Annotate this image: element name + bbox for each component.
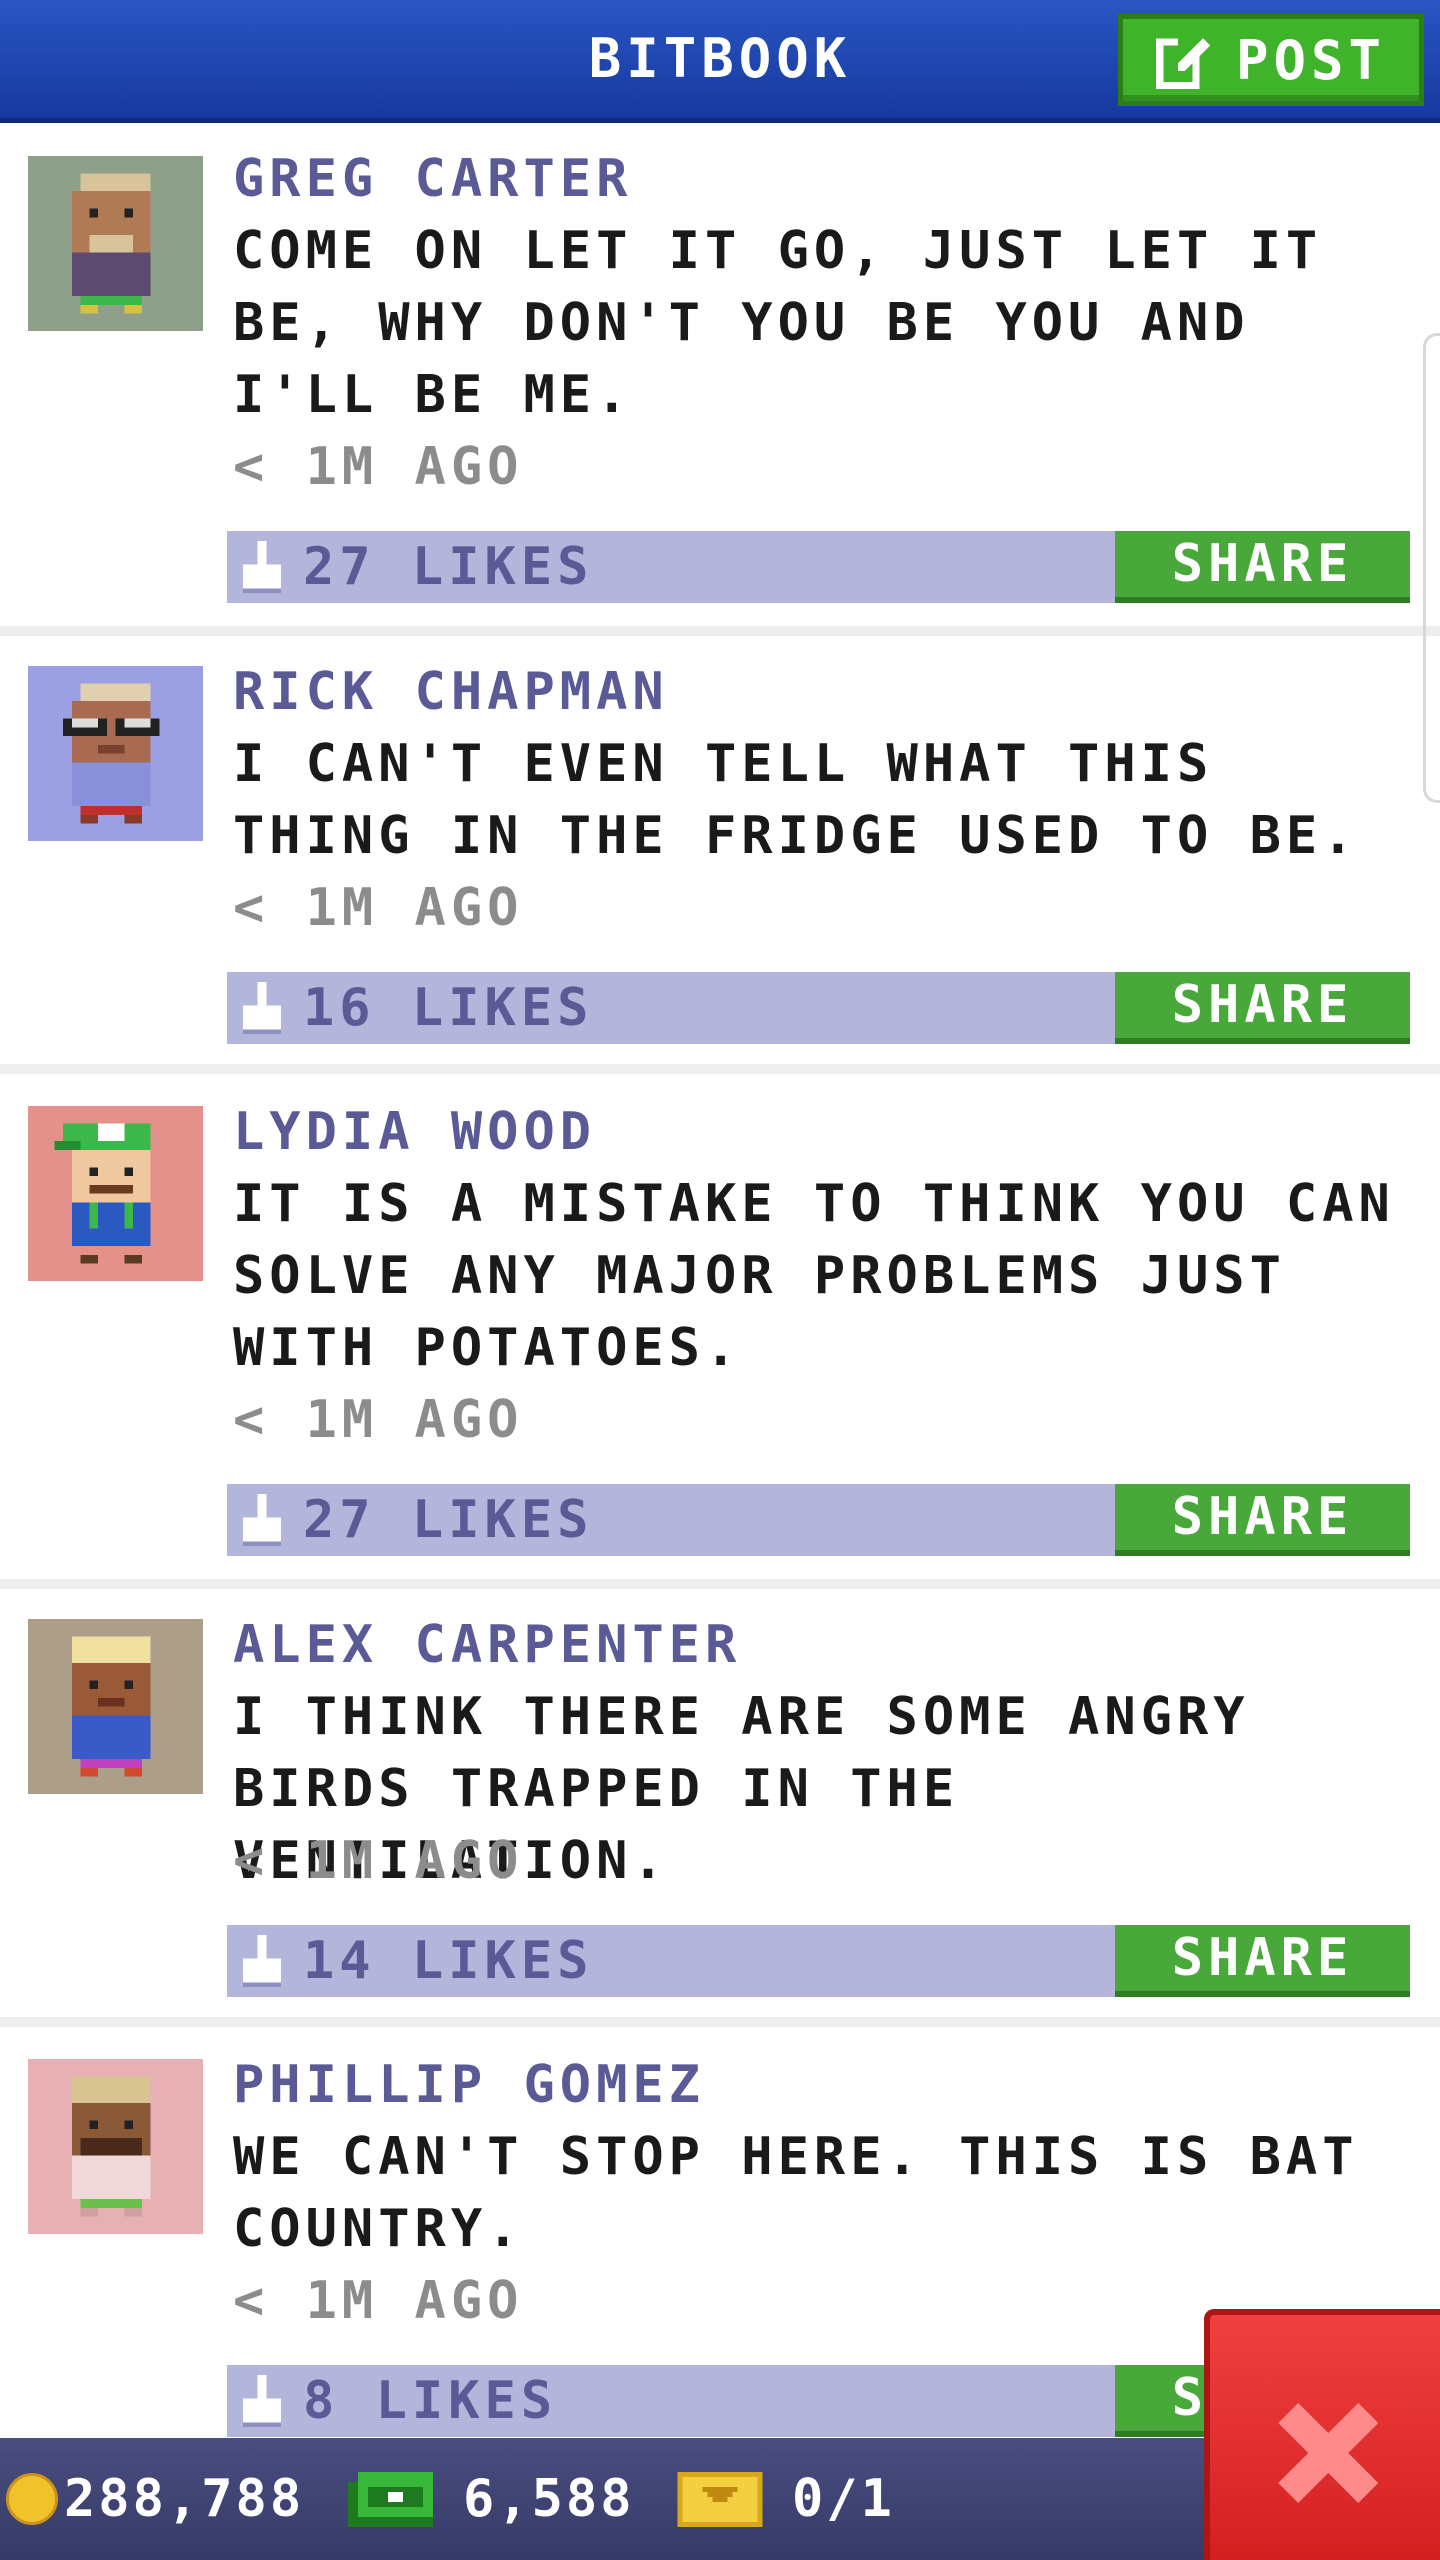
post-author[interactable]: ALEX CARPENTER	[233, 1609, 741, 1681]
post-timestamp: < 1M AGO	[233, 1831, 524, 1891]
bux-icon	[348, 2471, 433, 2527]
thumbs-up-icon[interactable]	[243, 541, 281, 593]
avatar[interactable]	[28, 1106, 203, 1281]
avatar[interactable]	[28, 666, 203, 841]
edit-icon	[1155, 34, 1211, 89]
ticket-icon	[677, 2471, 763, 2527]
app-header: BITBOOK POST	[0, 0, 1440, 123]
likes-bar: 27 LIKES SHARE	[227, 1484, 1410, 1556]
tickets-stat[interactable]: 0/1	[676, 2438, 895, 2560]
share-button[interactable]: SHARE	[1115, 531, 1410, 603]
coins-count: 288,788	[64, 2469, 305, 2529]
post-author[interactable]: RICK CHAPMAN	[233, 656, 669, 728]
post-divider	[0, 1064, 1440, 1074]
likes-count: 14 LIKES	[303, 1931, 594, 1991]
thumbs-up-icon[interactable]	[243, 1935, 281, 1987]
person-avatar-icon	[28, 666, 203, 841]
post-button-label: POST	[1235, 28, 1387, 92]
likes-bar: 16 LIKES SHARE	[227, 972, 1410, 1044]
post-message: WE CAN'T STOP HERE. THIS IS BAT COUNTRY.	[233, 2127, 1359, 2259]
thumbs-up-icon[interactable]	[243, 1494, 281, 1546]
likes-bar: 14 LIKES SHARE	[227, 1925, 1410, 1997]
bux-stat[interactable]: 6,588	[348, 2438, 635, 2560]
post-divider	[0, 626, 1440, 636]
avatar[interactable]	[28, 2059, 203, 2234]
post-timestamp: < 1M AGO	[233, 878, 524, 938]
coins-stat: 288,788	[6, 2438, 304, 2560]
post-timestamp: < 1M AGO	[233, 1390, 524, 1450]
post-message: I CAN'T EVEN TELL WHAT THIS THING IN THE…	[233, 734, 1359, 866]
likes-count: 8 LIKES	[303, 2371, 558, 2431]
share-button[interactable]: SHARE	[1115, 1925, 1410, 1997]
post-timestamp: < 1M AGO	[233, 2271, 524, 2331]
person-avatar-icon	[28, 1106, 203, 1281]
scroll-indicator[interactable]	[1423, 333, 1440, 803]
post-divider	[0, 2017, 1440, 2027]
share-button[interactable]: SHARE	[1115, 972, 1410, 1044]
person-avatar-icon	[28, 1619, 203, 1794]
thumbs-up-icon[interactable]	[243, 2375, 281, 2427]
person-avatar-icon	[28, 156, 203, 331]
thumbs-up-icon[interactable]	[243, 982, 281, 1034]
post-author[interactable]: GREG CARTER	[233, 143, 632, 215]
bux-count: 6,588	[463, 2469, 635, 2529]
coin-icon	[6, 2473, 58, 2525]
close-button[interactable]	[1204, 2309, 1440, 2560]
close-icon	[1278, 2403, 1378, 2503]
likes-count: 16 LIKES	[303, 978, 594, 1038]
person-avatar-icon	[28, 2059, 203, 2234]
post-message: IT IS A MISTAKE TO THINK YOU CAN SOLVE A…	[233, 1174, 1395, 1378]
post-author[interactable]: LYDIA WOOD	[233, 1096, 596, 1168]
tickets-count: 0/1	[792, 2469, 895, 2529]
likes-count: 27 LIKES	[303, 537, 594, 597]
post-message: COME ON LET IT GO, JUST LET IT BE, WHY D…	[233, 221, 1323, 425]
avatar[interactable]	[28, 156, 203, 331]
post-timestamp: < 1M AGO	[233, 437, 524, 497]
post-divider	[0, 1579, 1440, 1589]
share-button[interactable]: SHARE	[1115, 1484, 1410, 1556]
post-author[interactable]: PHILLIP GOMEZ	[233, 2049, 705, 2121]
likes-bar: 27 LIKES SHARE	[227, 531, 1410, 603]
post-button[interactable]: POST	[1118, 14, 1424, 106]
likes-count: 27 LIKES	[303, 1490, 594, 1550]
avatar[interactable]	[28, 1619, 203, 1794]
